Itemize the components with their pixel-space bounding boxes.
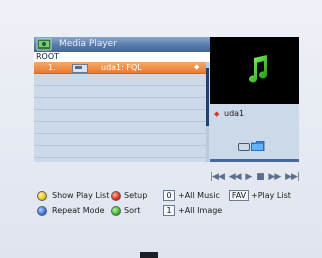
previous-track-icon[interactable]: |◀◀	[210, 171, 225, 183]
setup-label: Setup	[124, 191, 148, 200]
fast-forward-icon[interactable]: ▶▶	[268, 171, 281, 183]
bezel-notch	[140, 252, 158, 258]
empty-list-row[interactable]	[34, 110, 206, 122]
empty-list-row[interactable]	[34, 98, 206, 110]
stop-icon[interactable]: ■	[256, 171, 264, 183]
empty-list-row[interactable]	[34, 86, 206, 98]
path-label: ROOT	[36, 52, 60, 61]
breadcrumb: ROOT	[34, 52, 210, 62]
empty-list-row[interactable]	[34, 122, 206, 134]
file-info-panel: ◆ uda1	[210, 104, 299, 162]
list-scrollbar[interactable]	[206, 62, 209, 162]
preview-window	[210, 37, 299, 104]
repeat-mode-label: Repeat Mode	[52, 206, 105, 215]
list-scrollbar-thumb[interactable]	[206, 68, 209, 126]
red-button-icon	[111, 191, 121, 201]
playback-progress-bar[interactable]	[210, 159, 299, 162]
current-file-label: uda1	[224, 109, 245, 118]
title-bar: Media Player	[34, 37, 210, 52]
green-button-icon	[111, 206, 121, 216]
next-track-icon[interactable]: ▶▶|	[285, 171, 300, 183]
file-list-panel: Media Player ROOT 1. uda1: FQL ◆	[34, 37, 211, 162]
transport-controls: |◀◀ ◀◀ ▶ ■ ▶▶ ▶▶|	[210, 170, 300, 184]
rewind-icon[interactable]: ◀◀	[229, 171, 242, 183]
key-fav-badge: FAV	[229, 190, 249, 201]
empty-list-row[interactable]	[34, 146, 206, 158]
empty-list-row[interactable]	[34, 134, 206, 146]
list-item-number: 1.	[48, 63, 56, 72]
key-0-badge: 0	[163, 190, 175, 201]
blue-button-icon	[37, 206, 47, 216]
tv-screen: Media Player ROOT 1. uda1: FQL ◆ ◆ uda1 …	[0, 0, 322, 258]
music-note-icon	[249, 55, 267, 83]
play-icon[interactable]: ▶	[245, 171, 252, 183]
all-music-label: +All Music	[178, 191, 220, 200]
window-title: Media Player	[59, 39, 117, 49]
show-play-list-label: Show Play List	[52, 191, 110, 200]
red-diamond-icon: ◆	[194, 63, 200, 71]
repeat-icon	[238, 143, 250, 151]
folder-icon	[251, 141, 265, 151]
red-diamond-icon: ◆	[214, 110, 220, 118]
list-item-name: uda1: FQL	[101, 63, 142, 72]
yellow-button-icon	[37, 191, 47, 201]
key-1-badge: 1	[163, 205, 175, 216]
usb-drive-icon	[72, 64, 88, 73]
media-player-app-icon	[36, 38, 52, 51]
play-list-label: +Play List	[251, 191, 291, 200]
empty-list-row[interactable]	[34, 74, 206, 86]
list-item[interactable]: 1. uda1: FQL ◆	[34, 62, 206, 74]
all-image-label: +All Image	[178, 206, 223, 215]
sort-label: Sort	[124, 206, 141, 215]
